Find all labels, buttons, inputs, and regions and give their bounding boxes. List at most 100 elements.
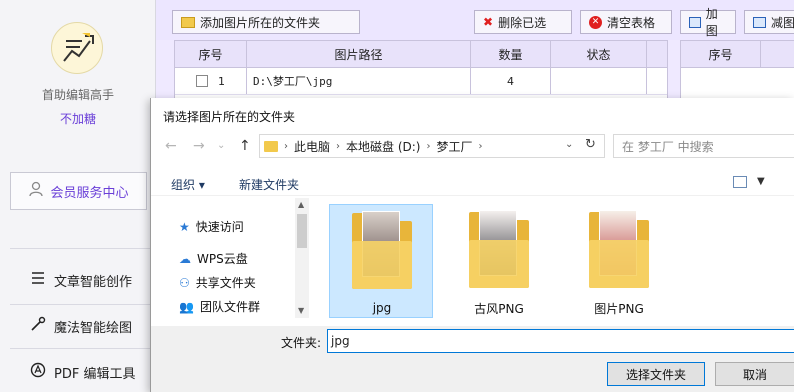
remove-image-button[interactable]: 减图	[744, 10, 794, 34]
delete-selected-label: 删除已选	[498, 15, 547, 30]
address-dropdown-icon[interactable]: ⌄	[565, 139, 573, 150]
folder-item-jpg[interactable]: jpg	[329, 204, 433, 318]
organize-menu[interactable]: 组织 ▾	[171, 176, 205, 193]
row-index-cell: 1	[175, 68, 247, 94]
recent-dropdown-icon[interactable]: ⌄	[217, 140, 225, 151]
app-sidebar: 首助编辑高手 不加糖 会员服务中心 文章智能创作 魔法智能绘图 PDF 编辑工具	[0, 0, 156, 392]
address-row: ← → ⌄ ↑ › 此电脑 › 本地磁盘 (D:) › 梦工厂 › ⌄ ↻ 在 …	[151, 134, 794, 160]
navigation-pane: ★ 快速访问 ☁ WPS云盘 ⚇ 共享文件夹 👥 团队文件群 ▲ ▼	[151, 198, 309, 318]
folder-item-tupian[interactable]: 图片PNG	[567, 204, 671, 318]
folder-item-gufeng[interactable]: 古风PNG	[447, 204, 551, 318]
add-folder-button[interactable]: 添加图片所在的文件夹	[172, 10, 360, 34]
nav-wps-cloud[interactable]: ☁ WPS云盘	[179, 250, 248, 267]
nav-quick-access-label: 快速访问	[195, 220, 244, 234]
nav-shared-folder-label: 共享文件夹	[195, 276, 256, 290]
delete-icon: ✖	[483, 15, 494, 29]
add-image-button[interactable]: 加图	[680, 7, 736, 38]
pdf-icon	[30, 362, 46, 382]
chevron-right-icon: ›	[284, 140, 288, 152]
breadcrumb-disk-d[interactable]: 本地磁盘 (D:)	[346, 138, 420, 155]
breadcrumb-dream-factory[interactable]: 梦工厂	[436, 138, 472, 155]
row-index: 1	[218, 74, 225, 88]
divider	[10, 304, 150, 305]
member-center-button[interactable]: 会员服务中心	[10, 172, 147, 210]
cancel-button[interactable]: 取消	[715, 362, 794, 386]
star-icon: ★	[179, 219, 190, 234]
folder-name: 古风PNG	[474, 302, 524, 316]
nav-label: 魔法智能绘图	[54, 320, 133, 336]
address-bar[interactable]: › 此电脑 › 本地磁盘 (D:) › 梦工厂 ›	[259, 134, 605, 158]
team-icon: 👥	[179, 299, 194, 314]
back-arrow-icon[interactable]: ←	[165, 138, 177, 154]
nav-label: 文章智能创作	[54, 274, 133, 290]
row-count: 4	[471, 68, 551, 94]
nav-team-folder[interactable]: 👥 团队文件群	[179, 298, 260, 315]
folder-add-icon	[181, 16, 195, 28]
folder-picker-dialog: 请选择图片所在的文件夹 ← → ⌄ ↑ › 此电脑 › 本地磁盘 (D:) › …	[150, 98, 794, 392]
folder-icon	[264, 140, 278, 152]
view-dropdown-icon[interactable]: ▼	[757, 176, 765, 187]
folder-name-input[interactable]: jpg	[327, 329, 794, 353]
member-center-label: 会员服务中心	[50, 185, 129, 201]
up-arrow-icon[interactable]: ↑	[239, 138, 251, 154]
search-input[interactable]: 在 梦工厂 中搜索	[613, 134, 794, 158]
row-path: D:\梦工厂\jpg	[247, 68, 471, 94]
dialog-title: 请选择图片所在的文件夹	[163, 110, 296, 124]
folder-list: jpg 古风PNG 图片PNG	[315, 198, 794, 318]
app-name: 首助编辑高手	[41, 88, 114, 102]
add-image-label: 加图	[705, 7, 718, 38]
col-index: 序号	[175, 41, 247, 67]
scroll-up-icon[interactable]: ▲	[298, 200, 304, 209]
scroll-thumb[interactable]	[297, 214, 307, 248]
nav-shared-folder[interactable]: ⚇ 共享文件夹	[179, 274, 256, 291]
delete-selected-button[interactable]: ✖ 删除已选	[474, 10, 572, 34]
command-bar: 组织 ▾ 新建文件夹 ▼	[151, 170, 794, 196]
nav-item-pdf[interactable]: PDF 编辑工具	[0, 352, 156, 392]
view-options-icon[interactable]	[733, 176, 747, 188]
nav-wps-cloud-label: WPS云盘	[197, 252, 248, 266]
chevron-right-icon: ›	[336, 140, 341, 152]
col-path: 图片路径	[247, 41, 471, 67]
dialog-footer: 文件夹: jpg 选择文件夹 取消	[151, 326, 794, 392]
col-count: 数量	[471, 41, 551, 67]
cloud-icon: ☁	[179, 251, 191, 266]
nav-team-folder-label: 团队文件群	[199, 300, 260, 314]
new-folder-button[interactable]: 新建文件夹	[239, 176, 299, 193]
col-status: 状态	[551, 41, 647, 67]
divider	[10, 248, 150, 249]
col-index: 序号	[681, 41, 761, 67]
table-header: 序号 图片路径 数量 状态	[175, 41, 667, 68]
refresh-icon[interactable]: ↻	[585, 137, 596, 152]
chevron-right-icon: ›	[478, 140, 483, 152]
nav-item-drawing[interactable]: 魔法智能绘图	[0, 306, 156, 346]
table-row[interactable]: 1 D:\梦工厂\jpg 4	[175, 68, 667, 95]
table-header: 序号	[681, 41, 794, 68]
image-remove-icon	[753, 16, 766, 28]
forward-arrow-icon[interactable]: →	[193, 138, 205, 154]
folder-name: jpg	[372, 301, 392, 315]
nav-scrollbar[interactable]: ▲ ▼	[295, 198, 309, 318]
share-icon: ⚇	[179, 275, 190, 290]
row-checkbox[interactable]	[196, 75, 208, 87]
chevron-right-icon: ›	[426, 140, 431, 152]
clear-table-button[interactable]: ✕ 清空表格	[580, 10, 672, 34]
nav-label: PDF 编辑工具	[54, 366, 136, 382]
toolbar: 添加图片所在的文件夹 ✖ 删除已选 ✕ 清空表格 加图 减图	[156, 0, 794, 40]
folder-field-label: 文件夹:	[281, 336, 322, 350]
menu-lines-icon	[30, 271, 46, 289]
nav-quick-access[interactable]: ★ 快速访问	[179, 218, 244, 235]
nav-item-article[interactable]: 文章智能创作	[0, 260, 156, 300]
search-placeholder: 在 梦工厂 中搜索	[622, 139, 714, 154]
row-status	[551, 68, 647, 94]
remove-image-label: 减图	[771, 15, 794, 30]
image-add-icon	[689, 16, 701, 28]
scroll-down-icon[interactable]: ▼	[298, 306, 304, 315]
folder-name: 图片PNG	[594, 302, 644, 316]
breadcrumb-this-pc[interactable]: 此电脑	[294, 138, 330, 155]
divider	[10, 348, 150, 349]
magic-wand-icon	[30, 316, 46, 336]
folder-icon	[469, 210, 529, 288]
app-logo	[51, 22, 103, 74]
select-folder-button[interactable]: 选择文件夹	[607, 362, 705, 386]
add-folder-label: 添加图片所在的文件夹	[200, 15, 321, 30]
